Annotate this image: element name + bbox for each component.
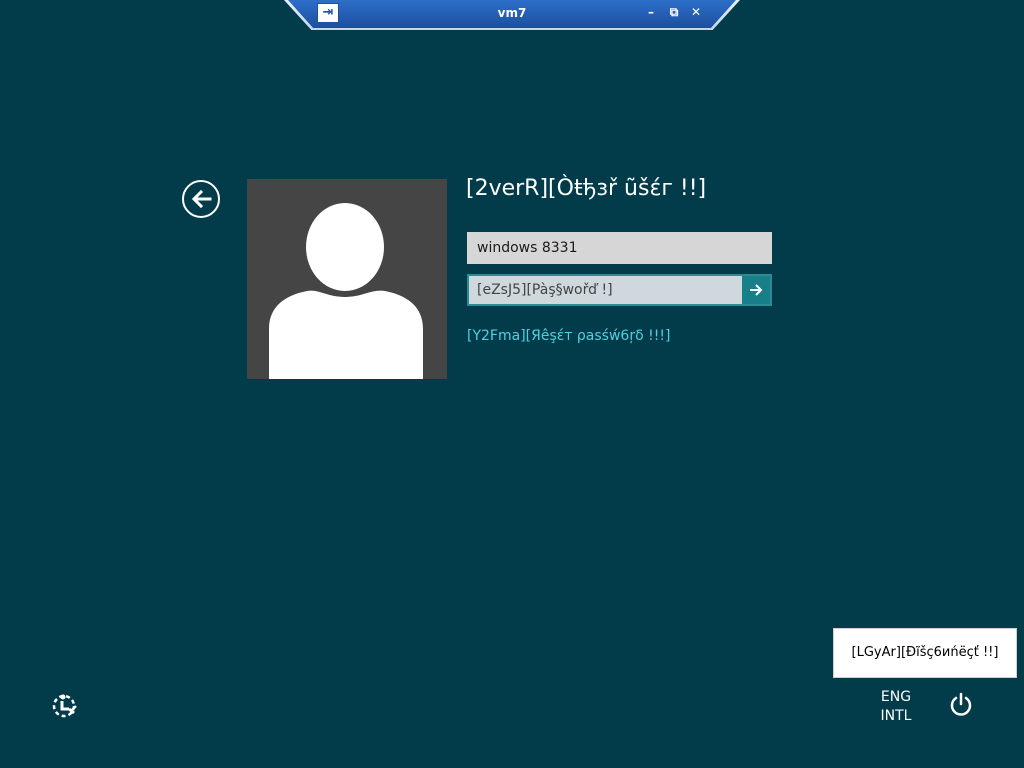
minimize-icon[interactable]: – [643, 4, 659, 20]
language-code: ENG [880, 689, 912, 705]
password-field[interactable]: [eZsJ5][Pàş§wořď !] [467, 274, 772, 306]
disconnect-tooltip[interactable]: [LGyAr][Đĩšç6иńёçť !!] [833, 628, 1017, 678]
close-icon[interactable]: ✕ [688, 4, 704, 20]
arrow-right-icon [750, 284, 763, 296]
user-silhouette-icon [269, 203, 423, 379]
power-icon[interactable] [948, 692, 974, 718]
username-field[interactable]: windows 8331 [467, 232, 772, 264]
back-arrow-icon [191, 189, 212, 209]
reset-password-link[interactable]: [Y2Fma][Яêşέт ρasśẃ6ŗδ !!!] [467, 328, 670, 344]
user-name-heading: [2verR][Òŧђзř ũšέг !!] [466, 176, 707, 201]
pin-icon[interactable]: ⇥ [317, 3, 339, 23]
ease-of-access-icon[interactable] [50, 692, 78, 720]
language-indicator[interactable]: ENG INTL [868, 688, 924, 726]
language-layout: INTL [880, 708, 912, 724]
submit-button[interactable] [742, 276, 770, 304]
restore-icon[interactable]: ⧉ [666, 4, 682, 20]
back-button[interactable] [182, 180, 220, 218]
user-avatar [247, 179, 447, 379]
connection-title: vm7 [497, 6, 527, 20]
